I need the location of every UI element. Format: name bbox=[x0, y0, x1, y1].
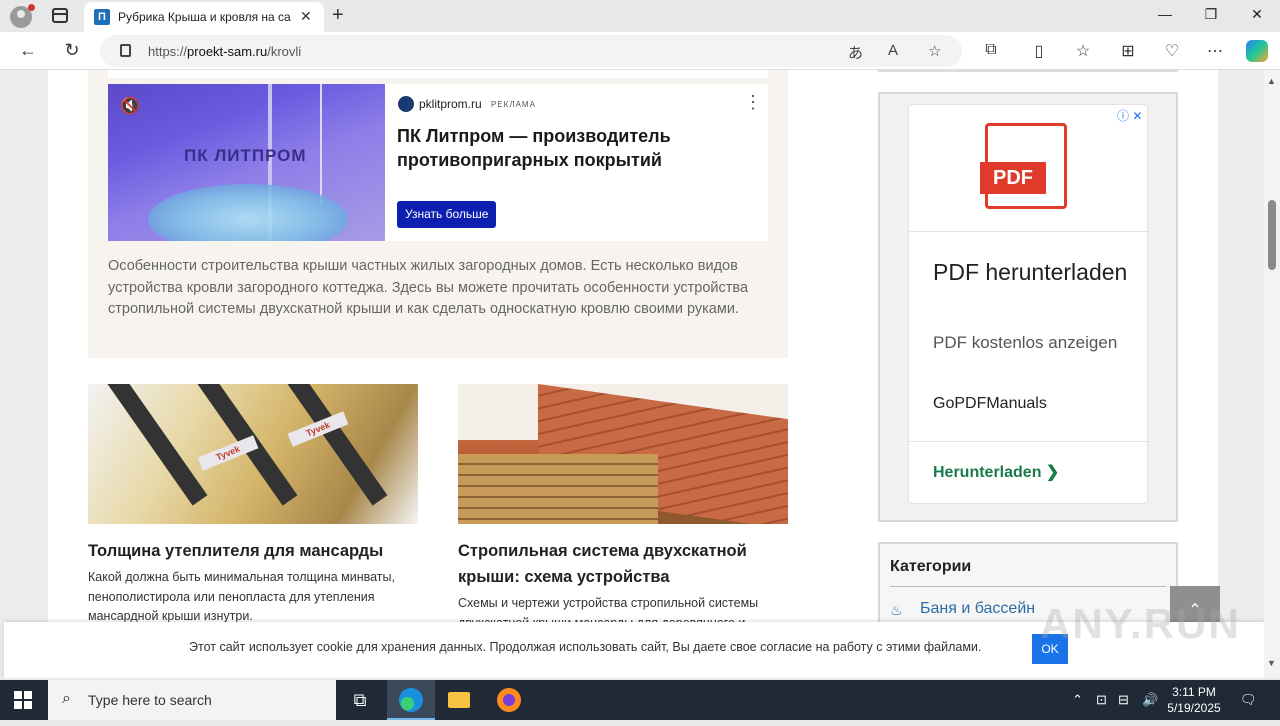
clock-date: 5/19/2025 bbox=[1167, 701, 1221, 715]
close-window-icon[interactable]: ✕ bbox=[1242, 6, 1272, 23]
url-text[interactable]: https://proekt-sam.ru/krovli bbox=[148, 44, 301, 59]
sidebar-ad-divider bbox=[909, 441, 1149, 442]
notifications-icon[interactable]: 🗨 bbox=[1240, 692, 1257, 708]
sidebar-divider bbox=[878, 70, 1178, 72]
article-card[interactable]: Стропильная система двухскатной крыши: с… bbox=[458, 384, 788, 633]
intro-text: Особенности строительства крыши частных … bbox=[108, 258, 749, 317]
sidebar-ad-card[interactable]: ⓘ ✕ PDF PDF herunterladen PDF kostenlos … bbox=[908, 104, 1149, 504]
browser-titlebar: П Рубрика Крыша и кровля на са ✕ + — ❐ ✕ bbox=[0, 0, 1280, 32]
tab-favicon-icon: П bbox=[94, 9, 110, 25]
sidebar-ad-cta[interactable]: Herunterladen ❯ bbox=[933, 462, 1059, 482]
translate-icon[interactable]: あ bbox=[848, 42, 863, 63]
browser-tab[interactable]: П Рубрика Крыша и кровля на са ✕ bbox=[84, 2, 324, 32]
pdf-icon: PDF bbox=[980, 123, 1067, 209]
ad-title[interactable]: ПК Литпром — производитель противопригар… bbox=[397, 124, 757, 172]
mute-icon[interactable]: 🔇 bbox=[120, 96, 140, 116]
ad-site-logo-icon bbox=[398, 96, 414, 112]
scroll-down-icon[interactable]: ▼ bbox=[1267, 658, 1276, 668]
back-icon[interactable]: ← bbox=[16, 40, 40, 61]
chevron-right-icon: ❯ bbox=[1045, 464, 1060, 481]
ad-choices-close-icon[interactable]: ⓘ ✕ bbox=[1117, 107, 1142, 124]
favorites-icon[interactable]: ☆ bbox=[1072, 41, 1094, 61]
windows-start-icon[interactable] bbox=[14, 691, 32, 709]
watermark: ANY.RUN bbox=[1040, 600, 1241, 647]
bath-icon: ♨ bbox=[890, 602, 903, 618]
file-explorer-icon[interactable] bbox=[435, 680, 483, 720]
article-desc: Какой должна быть минимальная толщина ми… bbox=[88, 570, 395, 623]
ad-site[interactable]: pklitprom.ru bbox=[419, 97, 482, 111]
taskbar-search[interactable]: ⌕ Type here to search bbox=[48, 680, 336, 720]
category-intro: ПК ЛИТПРОМ 🔇 pklitprom.ru РЕКЛАМА ⋮ ПК Л… bbox=[88, 70, 788, 358]
tray-chevron-icon[interactable]: ⌃ bbox=[1072, 692, 1083, 708]
page-content: ПК ЛИТПРОМ 🔇 pklitprom.ru РЕКЛАМА ⋮ ПК Л… bbox=[48, 70, 1220, 678]
sidebar-ad: ⓘ ✕ PDF PDF herunterladen PDF kostenlos … bbox=[878, 92, 1178, 522]
ad-image[interactable]: ПК ЛИТПРОМ 🔇 bbox=[108, 84, 385, 241]
read-aloud-icon[interactable]: A bbox=[888, 42, 898, 59]
article-image-logs bbox=[458, 454, 658, 524]
ad-image-rod-2 bbox=[320, 84, 322, 204]
cookie-text: Этот сайт использует cookie для хранения… bbox=[189, 640, 982, 654]
article-image-stripe bbox=[106, 384, 208, 506]
edge-taskbar-icon[interactable] bbox=[387, 680, 435, 720]
scroll-thumb[interactable] bbox=[1268, 200, 1276, 270]
tab-title: Рубрика Крыша и кровля на са bbox=[118, 10, 291, 24]
tray-device-icon[interactable]: ⊡ bbox=[1096, 692, 1107, 708]
article-image-stripe bbox=[286, 384, 388, 506]
minimize-icon[interactable]: — bbox=[1150, 6, 1180, 22]
taskbar-search-placeholder: Type here to search bbox=[88, 692, 212, 708]
volume-icon[interactable]: 🔊 bbox=[1142, 692, 1158, 708]
more-menu-icon[interactable]: ⋯ bbox=[1204, 41, 1226, 61]
ad-label: РЕКЛАМА bbox=[491, 100, 536, 109]
ad-image-brand: ПК ЛИТПРОМ bbox=[184, 146, 307, 165]
refresh-icon[interactable]: ↻ bbox=[60, 40, 84, 61]
sidebar-ad-divider bbox=[909, 231, 1149, 232]
categories-title: Категории bbox=[890, 558, 972, 575]
taskbar: ⌕ Type here to search ⧉ ⌃ ⊡ ⊟ 🔊 3:11 PM … bbox=[0, 680, 1280, 720]
browser-toolbar: ← ↻ https://proekt-sam.ru/krovli あ A ☆ ⧉… bbox=[0, 32, 1280, 70]
network-icon[interactable]: ⊟ bbox=[1118, 692, 1129, 708]
tab-actions-icon[interactable] bbox=[52, 8, 68, 23]
taskbar-clock[interactable]: 3:11 PM 5/19/2025 bbox=[1162, 684, 1226, 716]
copilot-icon[interactable] bbox=[1246, 40, 1268, 62]
clock-time: 3:11 PM bbox=[1172, 685, 1216, 699]
page-scrollbar[interactable]: ▲ ▼ bbox=[1264, 70, 1280, 678]
article-image[interactable] bbox=[458, 384, 788, 524]
restore-icon[interactable]: ❐ bbox=[1196, 6, 1226, 23]
categories-divider bbox=[890, 586, 1166, 587]
search-icon: ⌕ bbox=[62, 690, 71, 707]
article-image[interactable]: Tyvek Tyvek bbox=[88, 384, 418, 524]
pdf-icon-label: PDF bbox=[980, 162, 1046, 194]
sidebar-ad-title[interactable]: PDF herunterladen bbox=[933, 255, 1133, 289]
collections-icon[interactable]: ⊞ bbox=[1117, 41, 1139, 61]
category-link[interactable]: Баня и бассейн bbox=[920, 600, 1035, 618]
favorite-star-icon[interactable]: ☆ bbox=[928, 42, 941, 60]
new-tab-icon[interactable]: + bbox=[332, 4, 344, 27]
address-bar[interactable]: https://proekt-sam.ru/krovli あ A ☆ bbox=[100, 35, 962, 67]
article-card[interactable]: Tyvek Tyvek Толщина утеплителя для манса… bbox=[88, 384, 418, 627]
sidebar-ad-subtitle: PDF kostenlos anzeigen bbox=[933, 333, 1118, 352]
task-view-icon[interactable]: ⧉ bbox=[336, 680, 384, 720]
split-screen-icon[interactable]: ▯ bbox=[1028, 41, 1050, 61]
notification-dot bbox=[28, 4, 35, 11]
article-title[interactable]: Стропильная система двухскатной крыши: с… bbox=[458, 538, 788, 590]
extensions-icon[interactable]: ⧉ bbox=[980, 41, 1002, 59]
sidebar-ad-brand: GoPDFManuals bbox=[933, 395, 1047, 412]
tab-close-icon[interactable]: ✕ bbox=[300, 8, 312, 25]
ad-menu-icon[interactable]: ⋮ bbox=[744, 92, 762, 113]
lock-icon[interactable] bbox=[120, 44, 131, 57]
ad-top-strip bbox=[108, 70, 768, 78]
ad-image-bowl bbox=[148, 184, 348, 241]
performance-icon[interactable]: ♡ bbox=[1161, 41, 1183, 61]
firefox-icon[interactable] bbox=[485, 680, 533, 720]
ad-card[interactable]: ПК ЛИТПРОМ 🔇 pklitprom.ru РЕКЛАМА ⋮ ПК Л… bbox=[108, 84, 768, 241]
ad-learn-more-button[interactable]: Узнать больше bbox=[397, 201, 497, 228]
page-viewport: ПК ЛИТПРОМ 🔇 pklitprom.ru РЕКЛАМА ⋮ ПК Л… bbox=[0, 70, 1264, 678]
scroll-up-icon[interactable]: ▲ bbox=[1267, 76, 1276, 86]
article-title[interactable]: Толщина утеплителя для мансарды bbox=[88, 538, 418, 564]
